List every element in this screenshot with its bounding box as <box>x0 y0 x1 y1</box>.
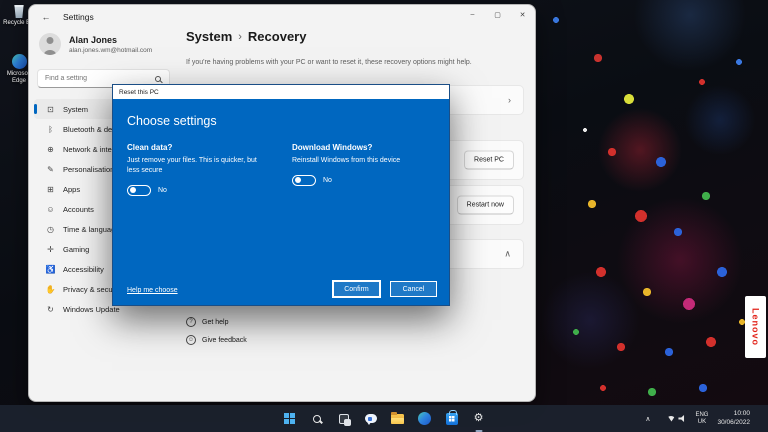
clean-data-title: Clean data? <box>127 143 270 152</box>
settings-taskbar-button[interactable]: ⚙ <box>467 408 490 430</box>
account-profile[interactable]: Alan Jones alan.jones.wm@hotmail.com <box>39 33 152 55</box>
user-email: alan.jones.wm@hotmail.com <box>69 47 152 54</box>
sidebar-item-label: Apps <box>63 185 80 194</box>
chat-button[interactable] <box>359 408 382 430</box>
avatar <box>39 33 61 55</box>
toggle-off-icon <box>292 175 316 186</box>
breadcrumb-system[interactable]: System <box>186 29 232 44</box>
toggle-label: No <box>323 177 332 184</box>
search-input[interactable] <box>38 75 155 82</box>
clock-icon: ◷ <box>44 225 57 234</box>
tray-time: 10:00 <box>717 410 750 418</box>
sidebar-item-label: Personalisation <box>63 165 114 174</box>
dialog-options: Clean data? Just remove your files. This… <box>127 143 435 196</box>
chevron-right-icon: › <box>238 31 242 43</box>
privacy-icon: ✋ <box>44 285 57 294</box>
page-title: Recovery <box>248 29 307 44</box>
tray-chevron-icon[interactable]: ∧ <box>645 415 650 423</box>
page-description: If you're having problems with your PC o… <box>186 59 534 66</box>
window-title: Settings <box>63 12 94 22</box>
download-windows-description: Reinstall Windows from this device <box>292 156 434 166</box>
file-explorer-button[interactable] <box>386 408 409 430</box>
store-icon <box>446 413 458 425</box>
toggle-off-icon <box>127 185 151 196</box>
volume-icon <box>678 415 686 422</box>
download-windows-option: Download Windows? Reinstall Windows from… <box>292 143 435 196</box>
sidebar-item-label: Accounts <box>63 205 94 214</box>
edge-button[interactable] <box>413 408 436 430</box>
edge-icon <box>418 412 431 425</box>
clock[interactable]: 10:00 30/06/2022 <box>717 410 750 427</box>
sidebar-item-label: Time & language <box>63 225 119 234</box>
profile-text: Alan Jones alan.jones.wm@hotmail.com <box>69 35 152 54</box>
chevron-up-icon: ∧ <box>504 249 511 260</box>
search-button[interactable] <box>305 408 328 430</box>
search-icon <box>313 415 321 423</box>
breadcrumb: System › Recovery <box>186 29 306 44</box>
feedback-icon: ☺ <box>186 335 196 345</box>
taskbar: ⚙ ∧ ENG UK 10:00 30/06/2022 <box>0 405 768 432</box>
clean-data-toggle[interactable]: No <box>127 185 270 196</box>
folder-icon <box>391 414 404 424</box>
sidebar-item-label: Gaming <box>63 245 89 254</box>
search-icon <box>155 76 161 82</box>
windows-logo-icon <box>284 413 295 424</box>
back-icon: ← <box>42 12 51 22</box>
clean-data-description: Just remove your files. This is quicker,… <box>127 156 269 176</box>
system-icon: ⊡ <box>44 105 57 114</box>
tray-status-icons[interactable] <box>667 415 686 422</box>
accessibility-icon: ♿ <box>44 265 57 274</box>
sidebar-item-label: System <box>63 105 88 114</box>
question-icon: ? <box>186 317 196 327</box>
clean-data-option: Clean data? Just remove your files. This… <box>127 143 270 196</box>
dialog-title: Reset this PC <box>119 89 159 96</box>
give-feedback-link[interactable]: ☺ Give feedback <box>186 335 247 345</box>
reset-pc-button[interactable]: Reset PC <box>464 151 514 170</box>
restart-now-button[interactable]: Restart now <box>457 196 514 215</box>
task-view-button[interactable] <box>332 408 355 430</box>
start-button[interactable] <box>278 408 301 430</box>
download-windows-toggle[interactable]: No <box>292 175 435 186</box>
lenovo-badge: Lenovo <box>745 296 766 358</box>
back-button[interactable]: ← <box>37 9 55 25</box>
get-help-label: Get help <box>202 319 228 326</box>
language-region: UK <box>695 419 708 426</box>
language-code: ENG <box>695 412 708 419</box>
reset-this-pc-dialog: Reset this PC Choose settings Clean data… <box>112 84 450 306</box>
dialog-buttons: Confirm Cancel <box>333 281 437 297</box>
dialog-body: Choose settings Clean data? Just remove … <box>113 99 449 307</box>
download-windows-title: Download Windows? <box>292 143 435 152</box>
chat-icon <box>365 414 377 423</box>
wifi-icon <box>667 416 675 422</box>
bluetooth-icon: ᛒ <box>44 125 57 134</box>
gaming-icon: ✛ <box>44 245 57 254</box>
system-tray: ∧ ENG UK 10:00 30/06/2022 <box>645 405 750 432</box>
desktop: Recycle Bin Microsoft Edge Lenovo ← Sett… <box>0 0 768 432</box>
recycle-bin-icon <box>14 5 25 18</box>
user-name: Alan Jones <box>69 35 152 45</box>
give-feedback-label: Give feedback <box>202 337 247 344</box>
edge-icon <box>12 54 27 69</box>
store-button[interactable] <box>440 408 463 430</box>
dialog-heading: Choose settings <box>127 114 435 128</box>
accounts-icon: ☺ <box>44 205 57 214</box>
apps-icon: ⊞ <box>44 185 57 194</box>
taskbar-center: ⚙ <box>278 405 490 432</box>
personalisation-icon: ✎ <box>44 165 57 174</box>
dialog-titlebar: Reset this PC <box>113 85 449 99</box>
update-icon: ↻ <box>44 305 57 314</box>
sidebar-item-label: Accessibility <box>63 265 104 274</box>
gear-icon: ⚙ <box>474 413 484 424</box>
confirm-button[interactable]: Confirm <box>333 281 380 297</box>
help-me-choose-link[interactable]: Help me choose <box>127 287 178 294</box>
cancel-button[interactable]: Cancel <box>390 281 437 297</box>
tray-date: 30/06/2022 <box>717 419 750 427</box>
get-help-link[interactable]: ? Get help <box>186 317 228 327</box>
language-indicator[interactable]: ENG UK <box>695 412 708 426</box>
lenovo-logo-text: Lenovo <box>751 308 761 346</box>
network-icon: ⊕ <box>44 145 57 154</box>
task-view-icon <box>339 414 349 424</box>
chevron-right-icon: › <box>508 95 511 105</box>
toggle-label: No <box>158 187 167 194</box>
